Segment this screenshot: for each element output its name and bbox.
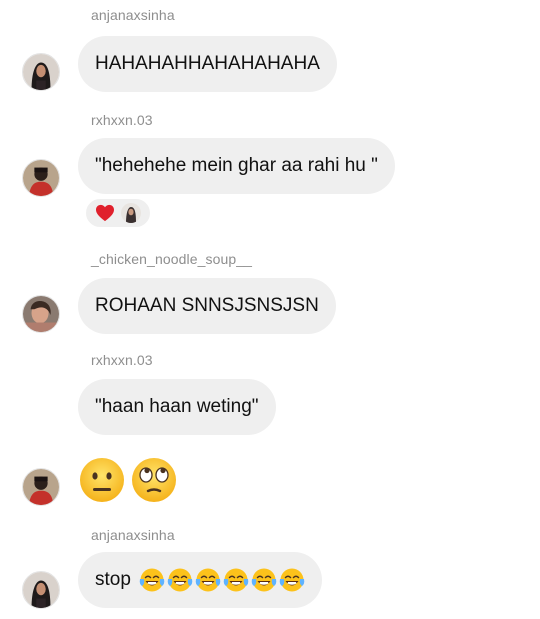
sender-username[interactable]: anjanaxsinha (91, 527, 175, 543)
message-bubble[interactable]: stop (78, 552, 322, 608)
sender-username[interactable]: rxhxxn.03 (91, 352, 153, 368)
avatar[interactable] (22, 159, 60, 197)
avatar[interactable] (22, 53, 60, 91)
message-bubble[interactable]: "haan haan weting" (78, 379, 276, 435)
sender-username[interactable]: anjanaxsinha (91, 7, 175, 23)
eye-roll-face-icon (132, 458, 176, 502)
tears-of-joy-icon (279, 568, 305, 592)
message-text: ROHAAN SNNSJSNSJSN (95, 295, 319, 316)
tears-of-joy-icon (251, 568, 277, 592)
message-bubble[interactable]: ROHAAN SNNSJSNSJSN (78, 278, 336, 334)
message-bubble[interactable]: HAHAHAHHAHAHAHAHA (78, 36, 337, 92)
message-bubble[interactable]: "hehehehe mein ghar aa rahi hu " (78, 138, 395, 194)
emoji-group (139, 567, 305, 593)
message-text: HAHAHAHHAHAHAHAHA (95, 53, 320, 74)
tears-of-joy-icon (167, 568, 193, 592)
message-text: "hehehehe mein ghar aa rahi hu " (95, 155, 378, 176)
red-heart-icon (96, 204, 114, 222)
message-text: stop (95, 569, 131, 590)
reactions-pill[interactable] (84, 197, 152, 229)
sender-username[interactable]: rxhxxn.03 (91, 112, 153, 128)
reactor-avatar[interactable] (121, 203, 141, 223)
tears-of-joy-icon (139, 568, 165, 592)
tears-of-joy-icon (223, 568, 249, 592)
neutral-face-icon (80, 458, 124, 502)
tears-of-joy-icon (195, 568, 221, 592)
message-text: "haan haan weting" (95, 396, 259, 417)
emoji-message[interactable] (78, 456, 178, 504)
avatar[interactable] (22, 295, 60, 333)
sender-username[interactable]: _chicken_noodle_soup__ (91, 251, 252, 267)
avatar[interactable] (22, 571, 60, 609)
avatar[interactable] (22, 468, 60, 506)
